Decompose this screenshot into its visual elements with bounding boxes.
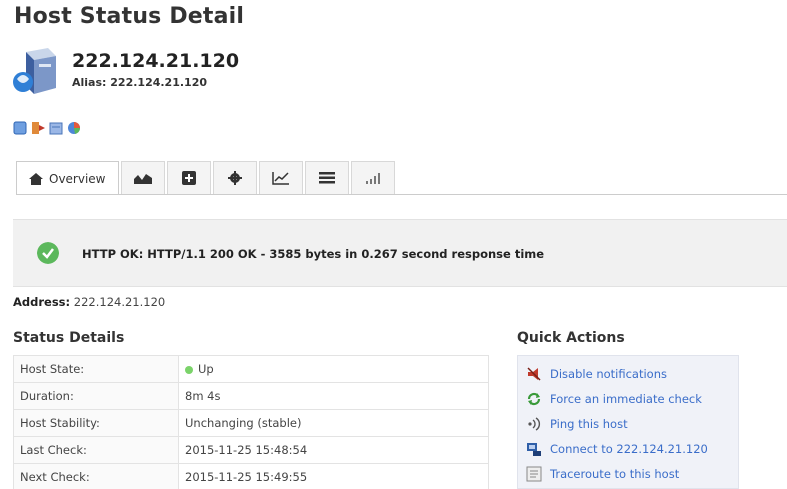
home-icon (29, 172, 43, 185)
signal-bars-icon (365, 173, 380, 184)
alias-value: 222.124.21.120 (110, 76, 208, 89)
gear-icon (227, 171, 242, 185)
row-value: 2015-11-25 15:49:55 (178, 463, 489, 489)
tab-list[interactable] (304, 161, 349, 194)
force-check-link[interactable]: Force an immediate check (526, 390, 702, 408)
state-up-dot-icon (185, 365, 193, 374)
tab-settings[interactable] (212, 161, 257, 194)
tab-overview-label: Overview (49, 171, 106, 186)
table-row: Duration: 8m 4s (13, 382, 489, 410)
host-state-value: Up (198, 362, 214, 376)
row-key: Next Check: (13, 463, 179, 489)
qa-label: Ping this host (550, 417, 628, 431)
tab-capacity[interactable] (350, 161, 395, 194)
row-value-host-state: Up (178, 355, 489, 383)
row-key: Host Stability: (13, 409, 179, 437)
ping-host-link[interactable]: Ping this host (526, 415, 628, 433)
ok-check-icon (37, 242, 59, 264)
host-server-icon (13, 48, 56, 94)
row-key: Duration: (13, 382, 179, 410)
qa-label: Force an immediate check (550, 392, 702, 406)
notes-icon[interactable] (12, 120, 28, 136)
megaphone-icon (527, 367, 541, 381)
alias-label: Alias: (72, 76, 107, 89)
traceroute-host-link[interactable]: Traceroute to this host (526, 465, 679, 483)
qa-label: Disable notifications (550, 367, 667, 381)
table-row: Host Stability: Unchanging (stable) (13, 409, 489, 437)
page-title: Host Status Detail (14, 4, 245, 29)
row-value: 2015-11-25 15:48:54 (178, 436, 489, 464)
traceroute-icon (526, 466, 542, 482)
list-icon (318, 172, 335, 184)
quick-actions-title: Quick Actions (517, 330, 625, 346)
qa-label: Connect to 222.124.21.120 (550, 442, 708, 456)
host-address: Address: 222.124.21.120 (13, 295, 165, 309)
report-icon[interactable] (48, 120, 64, 136)
quick-actions-panel: Disable notifications Force an immediate… (517, 355, 739, 489)
tab-performance[interactable] (258, 161, 303, 194)
address-value: 222.124.21.120 (73, 295, 166, 309)
connect-host-link[interactable]: Connect to 222.124.21.120 (526, 440, 708, 458)
tab-trends[interactable] (120, 161, 165, 194)
qa-label: Traceroute to this host (550, 467, 680, 481)
table-row: Next Check: 2015-11-25 15:49:55 (13, 463, 489, 489)
graph-icon[interactable] (66, 120, 82, 136)
row-key: Last Check: (13, 436, 179, 464)
tab-bar: Overview (16, 161, 397, 195)
host-alias: Alias: 222.124.21.120 (72, 76, 207, 89)
status-output-panel: HTTP OK: HTTP/1.1 200 OK - 3585 bytes in… (13, 219, 787, 287)
ping-icon (528, 417, 541, 431)
host-action-icons (12, 120, 82, 138)
trends-icon (133, 174, 152, 184)
host-ip-address: 222.124.21.120 (72, 50, 240, 72)
connect-icon (527, 443, 541, 456)
tab-divider (16, 194, 787, 195)
disable-notifications-link[interactable]: Disable notifications (526, 365, 667, 383)
tab-overview[interactable]: Overview (16, 161, 119, 195)
status-details-table: Host State: Up Duration: 8m 4s Host Stab… (13, 355, 489, 489)
row-key: Host State: (13, 355, 179, 383)
plus-box-icon (181, 171, 196, 185)
table-row: Host State: Up (13, 355, 489, 383)
address-label: Address: (13, 295, 71, 309)
line-chart-icon (271, 172, 289, 185)
tab-add[interactable] (166, 161, 211, 194)
row-value: Unchanging (stable) (178, 409, 489, 437)
refresh-icon (527, 392, 541, 406)
export-icon[interactable] (30, 120, 46, 136)
table-row: Last Check: 2015-11-25 15:48:54 (13, 436, 489, 464)
status-output-text: HTTP OK: HTTP/1.1 200 OK - 3585 bytes in… (82, 247, 545, 261)
status-details-title: Status Details (13, 330, 125, 346)
row-value: 8m 4s (178, 382, 489, 410)
